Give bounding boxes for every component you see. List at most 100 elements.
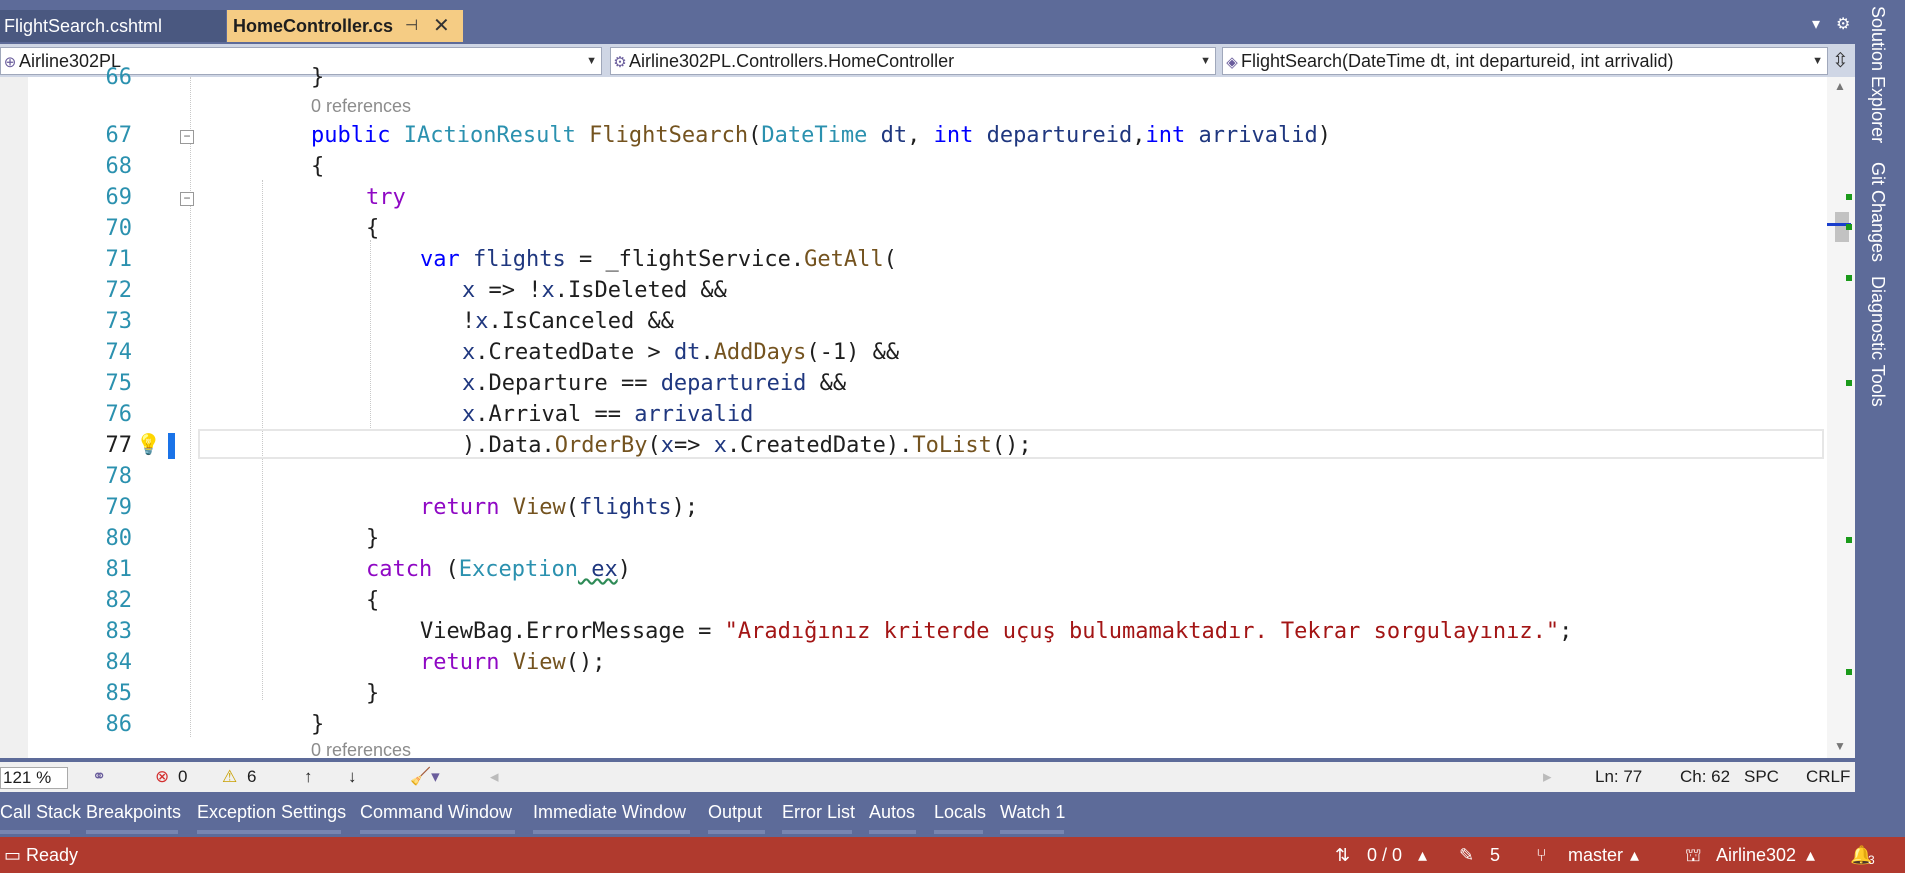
code-line[interactable]: x => !x.IsDeleted && [462,275,727,306]
tab-underline [86,830,178,834]
tab-immediate-window[interactable]: Immediate Window [533,802,686,823]
code-line[interactable]: } [366,523,379,554]
warning-icon[interactable]: ⚠ [222,767,237,787]
intellicode-icon[interactable]: ⚭ [92,767,106,787]
tab-watch-1[interactable]: Watch 1 [1000,802,1065,823]
change-marker [1846,669,1852,675]
split-icon[interactable]: ⇳ [1832,48,1849,73]
line-number: 68 [105,154,133,179]
error-icon[interactable]: ⊗ [155,767,169,787]
line-number: 84 [105,650,133,675]
chevron-up-icon[interactable]: ▴ [1806,845,1815,866]
chevron-down-icon: ▼ [1200,55,1211,67]
line-number: 86 [105,712,133,737]
code-line[interactable]: x.Arrival == arrivalid [462,399,753,430]
tab-error-list[interactable]: Error List [782,802,855,823]
tab-underline [1000,830,1064,834]
line-number: 73 [105,309,133,334]
code-line[interactable]: try [366,182,406,213]
branch-name[interactable]: master [1568,845,1623,866]
class-dropdown[interactable]: ⚙ Airline302PL.Controllers.HomeController… [610,47,1216,75]
code-line[interactable]: { [311,151,324,182]
tab-label: FlightSearch.cshtml [4,16,163,36]
tab-git-changes[interactable]: Git Changes [1867,162,1888,262]
chevron-down-icon: ▼ [586,55,597,67]
code-cleanup-icon[interactable]: 🧹▾ [410,767,440,787]
code-lens-references[interactable]: 0 references [311,740,411,761]
tab-breakpoints[interactable]: Breakpoints [86,802,181,823]
line-number: 82 [105,588,133,613]
code-line-current[interactable]: ).Data.OrderBy(x=> x.CreatedDate).ToList… [462,430,1032,461]
code-line[interactable]: } [311,709,324,740]
collapse-toggle[interactable]: − [180,192,194,206]
zoom-dropdown[interactable]: 121 % [0,767,69,789]
tab-locals[interactable]: Locals [934,802,986,823]
code-line[interactable]: !x.IsCanceled && [462,306,674,337]
vertical-scrollbar[interactable]: ▲ ▼ [1827,77,1855,758]
lightbulb-icon[interactable]: 💡 [136,432,161,457]
indent-guide [370,240,371,430]
collapse-toggle[interactable]: − [180,130,194,144]
whitespace-indicator[interactable]: SPC [1744,767,1779,787]
code-line[interactable]: x.Departure == departureid && [462,368,846,399]
chevron-down-icon: ▼ [1812,55,1823,67]
pin-icon[interactable]: ⊣ [405,10,418,42]
tab-output[interactable]: Output [708,802,762,823]
member-dropdown[interactable]: ◈ FlightSearch(DateTime dt, int departure… [1222,47,1828,75]
line-indicator[interactable]: Ln: 77 [1595,767,1642,787]
branch-icon[interactable]: ⑂ [1536,845,1547,866]
gear-icon[interactable]: ⚙ [1836,14,1850,34]
line-number: 78 [105,464,133,489]
arrow-up-icon[interactable]: ↑ [304,767,313,787]
code-line[interactable]: { [366,585,379,616]
code-line[interactable]: x.CreatedDate > dt.AddDays(-1) && [462,337,899,368]
pencil-icon[interactable]: ✎ [1459,845,1474,866]
code-line[interactable]: return View(flights); [420,492,698,523]
change-marker [1846,537,1852,543]
column-indicator[interactable]: Ch: 62 [1680,767,1730,787]
tab-call-stack[interactable]: Call Stack [0,802,81,823]
code-line[interactable]: var flights = _flightService.GetAll( [420,244,897,275]
code-line[interactable]: } [311,62,324,93]
tab-exception-settings[interactable]: Exception Settings [197,802,346,823]
notification-count: 3 [1868,853,1875,867]
tab-underline [0,830,70,834]
status-ready: Ready [26,845,79,865]
scroll-down-icon[interactable]: ▼ [1834,739,1846,753]
code-line[interactable]: return View(); [420,647,605,678]
code-lens-references[interactable]: 0 references [311,96,411,117]
repository-name[interactable]: Airline302 [1716,845,1796,866]
pending-changes-count[interactable]: 5 [1490,845,1500,866]
code-line[interactable]: } [366,678,379,709]
scroll-up-icon[interactable]: ▲ [1834,79,1846,93]
code-line[interactable]: { [366,213,379,244]
tab-command-window[interactable]: Command Window [360,802,512,823]
chevron-up-icon[interactable]: ▴ [1418,845,1427,866]
tab-flightsearch-cshtml[interactable]: FlightSearch.cshtml [0,10,226,42]
close-icon[interactable]: ✕ [433,10,450,42]
code-editor[interactable] [0,77,1855,758]
code-line[interactable]: public IActionResult FlightSearch(DateTi… [311,120,1331,151]
sync-count[interactable]: 0 / 0 [1367,845,1402,866]
chevron-down-icon[interactable]: ▾ [1812,14,1820,34]
code-line[interactable]: ViewBag.ErrorMessage = "Aradığınız krite… [420,616,1572,647]
tab-autos[interactable]: Autos [869,802,915,823]
code-line[interactable]: catch (Exception ex) [366,554,631,585]
editor-status-strip: 121 % ⚭ ⊗ 0 ⚠ 6 ↑ ↓ 🧹▾ ◂ ▸ Ln: 77 Ch: 62… [0,762,1855,792]
scroll-right-icon[interactable]: ▸ [1543,767,1552,787]
line-number: 75 [105,371,133,396]
arrow-down-icon[interactable]: ↓ [348,767,357,787]
tab-solution-explorer[interactable]: Solution Explorer [1867,6,1888,143]
status-icon: ▭ [4,845,22,865]
scroll-left-icon[interactable]: ◂ [490,767,499,787]
tab-homecontroller-cs[interactable]: HomeController.cs ⊣ ✕ [227,10,463,42]
line-ending-indicator[interactable]: CRLF [1806,767,1850,787]
globe-icon: ⊕ [3,54,17,71]
sync-icon[interactable]: ⇅ [1335,845,1350,866]
tab-underline [533,830,690,834]
repository-icon[interactable]: ⛫ [1685,845,1702,869]
chevron-up-icon[interactable]: ▴ [1630,845,1639,866]
tab-diagnostic-tools[interactable]: Diagnostic Tools [1867,276,1888,407]
status-bar: ▭ Ready ⇅ 0 / 0 ▴ ✎ 5 ⑂ master ▴ ⛫ Airli… [0,837,1905,873]
line-number-current: 77 [105,433,133,458]
